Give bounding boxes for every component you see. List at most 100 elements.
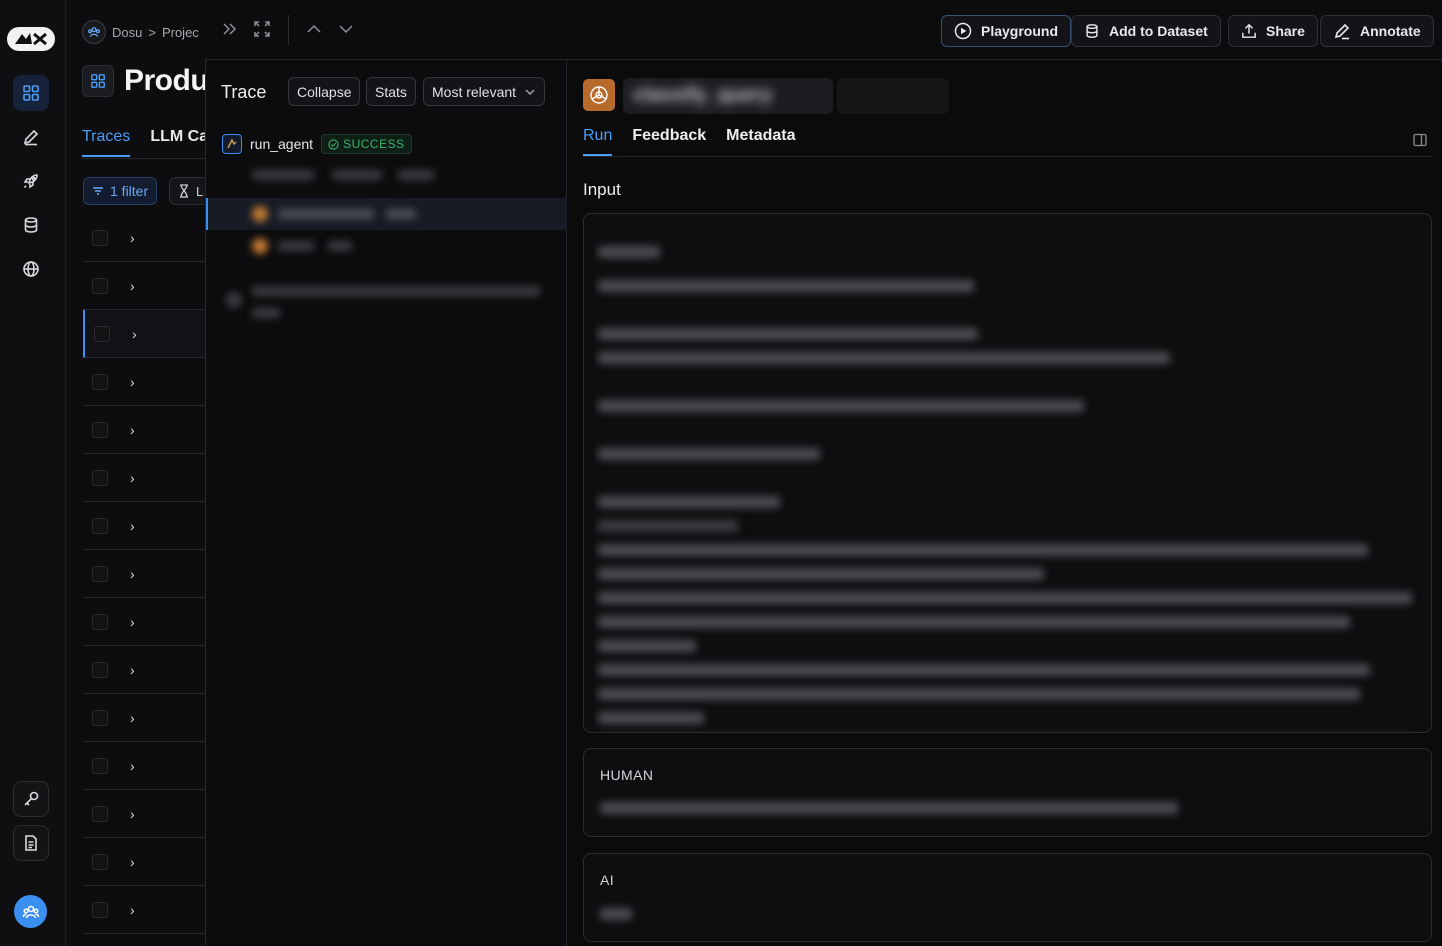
add-to-dataset-button[interactable]: Add to Dataset: [1071, 15, 1221, 47]
table-row[interactable]: ›: [83, 550, 205, 598]
table-row-selected[interactable]: ›: [83, 310, 205, 358]
nav-hub-button[interactable]: [13, 251, 49, 287]
redacted-text: [598, 352, 1170, 364]
expand-chevron-icon[interactable]: ›: [130, 806, 135, 822]
trace-root-node[interactable]: run_agent SUCCESS: [222, 134, 412, 154]
row-checkbox[interactable]: [92, 661, 108, 678]
expand-chevron-icon[interactable]: ›: [130, 278, 135, 294]
run-tabs: Run Feedback Metadata: [583, 127, 796, 156]
expand-chevron-icon[interactable]: ›: [130, 230, 135, 246]
expand-icon[interactable]: [253, 20, 271, 41]
table-row[interactable]: ›: [83, 358, 205, 406]
table-row[interactable]: ›: [83, 502, 205, 550]
expand-chevron-icon[interactable]: ›: [130, 614, 135, 630]
expand-chevron-icon[interactable]: ›: [130, 374, 135, 390]
row-checkbox[interactable]: [92, 709, 108, 726]
breadcrumb-org[interactable]: Dosu: [112, 25, 142, 40]
tab-llm-calls[interactable]: LLM Ca: [150, 128, 205, 157]
expand-chevron-icon[interactable]: ›: [130, 758, 135, 774]
rocket-icon: [23, 174, 38, 189]
runs-list-panel: Dosu > Projec Produ Traces LLM Ca 1 filt…: [66, 0, 205, 946]
expand-chevron-icon[interactable]: ›: [130, 566, 135, 582]
row-checkbox[interactable]: [92, 373, 108, 390]
tab-metadata[interactable]: Metadata: [726, 127, 795, 156]
time-filter-button[interactable]: L: [169, 177, 205, 205]
table-row[interactable]: ›: [83, 694, 205, 742]
redacted-text: [598, 616, 1350, 628]
table-row[interactable]: ›: [83, 454, 205, 502]
nav-dashboard-button[interactable]: [13, 75, 49, 111]
expand-chevron-icon[interactable]: ›: [130, 902, 135, 918]
tab-run[interactable]: Run: [583, 127, 613, 156]
table-row[interactable]: ›: [83, 598, 205, 646]
breadcrumb-project[interactable]: Projec: [162, 25, 199, 40]
row-checkbox[interactable]: [94, 325, 110, 342]
table-row[interactable]: ›: [83, 214, 205, 262]
status-badge: SUCCESS: [321, 134, 412, 154]
row-checkbox[interactable]: [92, 901, 108, 918]
expand-chevron-icon[interactable]: ›: [130, 518, 135, 534]
table-row[interactable]: ›: [83, 742, 205, 790]
share-button[interactable]: Share: [1228, 15, 1318, 47]
row-checkbox[interactable]: [92, 469, 108, 486]
chevron-up-icon[interactable]: [305, 20, 323, 41]
expand-chevron-icon[interactable]: ›: [130, 422, 135, 438]
annotate-button[interactable]: Annotate: [1320, 15, 1434, 47]
nav-annotate-button[interactable]: [13, 119, 49, 155]
parrot-chain-logo-icon: [15, 32, 47, 46]
run-name: classify_query: [623, 78, 833, 114]
row-checkbox[interactable]: [92, 229, 108, 246]
table-row[interactable]: ›: [83, 406, 205, 454]
table-row[interactable]: ›: [83, 790, 205, 838]
project-icon: [82, 65, 114, 97]
stats-button[interactable]: Stats: [366, 77, 416, 106]
docs-button[interactable]: [13, 825, 49, 861]
filter-button[interactable]: 1 filter: [83, 177, 158, 205]
expand-chevron-icon[interactable]: ›: [130, 854, 135, 870]
row-checkbox[interactable]: [92, 757, 108, 774]
project-tabs: Traces LLM Ca: [82, 128, 205, 157]
llm-run-icon: [252, 238, 268, 254]
row-checkbox[interactable]: [92, 565, 108, 582]
close-panel-icon[interactable]: [221, 20, 239, 41]
chevron-down-icon: [525, 89, 535, 95]
workspace-avatar[interactable]: [14, 895, 47, 928]
table-row[interactable]: ›: [83, 262, 205, 310]
left-rail: [0, 0, 66, 946]
row-checkbox[interactable]: [92, 517, 108, 534]
expand-chevron-icon[interactable]: ›: [130, 710, 135, 726]
redacted-text: [598, 280, 974, 292]
row-checkbox[interactable]: [92, 853, 108, 870]
playground-button[interactable]: Playground: [941, 15, 1072, 47]
nav-deployments-button[interactable]: [13, 163, 49, 199]
table-row[interactable]: ›: [83, 646, 205, 694]
row-checkbox[interactable]: [92, 277, 108, 294]
expand-chevron-icon[interactable]: ›: [130, 470, 135, 486]
redacted-text: [252, 308, 280, 318]
tab-feedback[interactable]: Feedback: [632, 127, 706, 156]
api-keys-button[interactable]: [13, 781, 49, 817]
expand-chevron-icon[interactable]: ›: [130, 662, 135, 678]
expand-chevron-icon[interactable]: ›: [132, 326, 137, 342]
table-row[interactable]: ›: [83, 838, 205, 886]
row-checkbox[interactable]: [92, 613, 108, 630]
row-checkbox[interactable]: [92, 805, 108, 822]
redacted-text: [252, 286, 540, 296]
redacted-text: [328, 241, 352, 251]
sidebar-toggle-icon[interactable]: [1413, 133, 1427, 150]
sort-dropdown[interactable]: Most relevant: [423, 77, 546, 106]
row-checkbox[interactable]: [92, 421, 108, 438]
redacted-text: [398, 170, 434, 180]
llm-run-icon: [583, 79, 615, 111]
tab-traces[interactable]: Traces: [82, 128, 131, 157]
nav-datasets-button[interactable]: [13, 207, 49, 243]
key-icon: [24, 791, 39, 806]
upload-icon: [1242, 23, 1256, 38]
table-row[interactable]: ›: [83, 886, 205, 934]
app-logo[interactable]: [7, 27, 55, 51]
org-avatar[interactable]: [82, 20, 106, 44]
collapse-button[interactable]: Collapse: [288, 77, 361, 106]
filter-icon: [93, 187, 103, 195]
chevron-down-icon[interactable]: [337, 20, 355, 41]
globe-icon: [23, 261, 39, 277]
